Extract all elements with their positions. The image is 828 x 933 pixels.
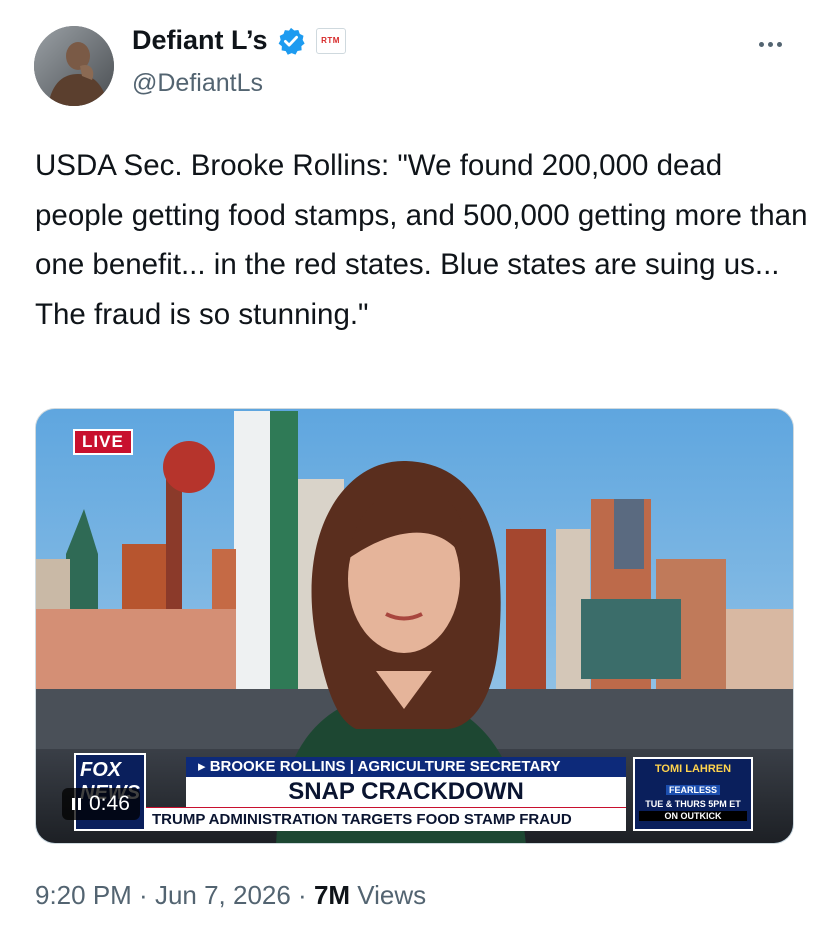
more-options-icon[interactable] — [750, 34, 790, 54]
author-handle[interactable]: @DefiantLs — [132, 69, 263, 98]
chyron-subline: TRUMP ADMINISTRATION TARGETS FOOD STAMP … — [146, 807, 626, 831]
tweet-meta: 9:20 PM · Jun 7, 2026 · 7M Views — [35, 880, 426, 911]
author-display-name[interactable]: Defiant L’s — [132, 25, 268, 56]
author-name-row: Defiant L’s RTM — [132, 25, 346, 56]
video-player[interactable]: LIVE FOX NEWS ▸ BROOKE ROLLINS | AGRICUL… — [35, 408, 794, 844]
meta-separator: · — [131, 880, 155, 910]
video-time-remaining: 0:46 — [89, 792, 130, 815]
author-avatar[interactable] — [34, 26, 114, 106]
verified-badge-icon — [278, 27, 305, 55]
promo-schedule: TUE & THURS 5PM ET — [645, 799, 741, 809]
pause-icon[interactable] — [72, 798, 81, 810]
show-promo: TOMI LAHREN FEARLESS TUE & THURS 5PM ET … — [633, 757, 753, 831]
chyron-headline: SNAP CRACKDOWN — [186, 777, 626, 807]
views-label[interactable]: Views — [350, 880, 426, 910]
video-time-chip[interactable]: 0:46 — [62, 788, 140, 820]
tweet-text: USDA Sec. Brooke Rollins: "We found 200,… — [35, 149, 808, 331]
views-count[interactable]: 7M — [314, 880, 350, 910]
tweet-time[interactable]: 9:20 PM — [35, 880, 132, 910]
affiliate-badge[interactable]: RTM — [315, 27, 346, 54]
chyron-name: ▸ BROOKE ROLLINS | AGRICULTURE SECRETARY — [186, 757, 626, 777]
news-lower-third: FOX NEWS ▸ BROOKE ROLLINS | AGRICULTURE … — [36, 753, 793, 843]
promo-channel: ON OUTKICK — [639, 811, 747, 821]
tweet-date[interactable]: Jun 7, 2026 — [155, 880, 291, 910]
meta-separator: · — [290, 880, 314, 910]
promo-title: TOMI LAHREN — [654, 763, 732, 775]
promo-show: FEARLESS — [665, 785, 720, 795]
live-badge: LIVE — [73, 429, 133, 455]
